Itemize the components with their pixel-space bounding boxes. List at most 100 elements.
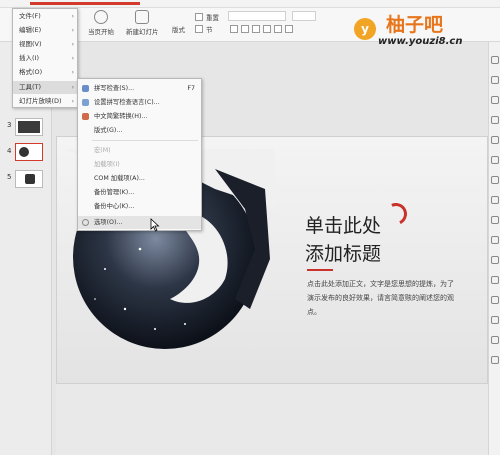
menu-item-label: 拼写检查(S)... bbox=[94, 85, 135, 92]
tool-icon-12[interactable] bbox=[491, 276, 499, 284]
reset-button[interactable]: 重置 bbox=[195, 12, 219, 22]
language-icon bbox=[82, 99, 89, 106]
logo-url: www.youzi8.cn bbox=[378, 36, 463, 47]
slide-thumbnail-4[interactable] bbox=[15, 143, 43, 161]
section-label: 节 bbox=[206, 26, 213, 34]
menu-item-label: 版式(G)... bbox=[94, 127, 123, 134]
gear-icon bbox=[82, 219, 89, 226]
slide-title-line1[interactable]: 单击此处 bbox=[305, 211, 381, 238]
tool-icon-5[interactable] bbox=[491, 136, 499, 144]
menu-item-slideshow[interactable]: 幻灯片放映(D) › bbox=[13, 95, 77, 108]
menu-item-label: 选项(O)... bbox=[94, 219, 123, 226]
menu-item-format[interactable]: 格式(O) › bbox=[13, 66, 77, 79]
chevron-right-icon: › bbox=[71, 27, 74, 34]
slide-title-line2[interactable]: 添加标题 bbox=[305, 239, 381, 266]
title-arc-decoration bbox=[381, 199, 411, 229]
play-current-button[interactable]: 当页开始 bbox=[88, 10, 114, 36]
format-buttons bbox=[230, 25, 293, 33]
thumb-number: 3 bbox=[7, 121, 12, 129]
menu-item-label: 工具(T) bbox=[19, 83, 42, 91]
bold-icon[interactable] bbox=[230, 25, 238, 33]
superscript-icon[interactable] bbox=[274, 25, 282, 33]
mouse-pointer-icon bbox=[150, 218, 160, 232]
reset-icon bbox=[195, 13, 203, 21]
chevron-right-icon: › bbox=[71, 55, 74, 62]
section-icon bbox=[195, 25, 203, 33]
underline-icon[interactable] bbox=[252, 25, 260, 33]
font-name-field[interactable] bbox=[228, 11, 286, 21]
menu-item-spell-check[interactable]: 拼写检查(S)... F7 bbox=[78, 82, 201, 95]
menu-item-addins: 加载项(I) bbox=[78, 158, 201, 171]
menu-item-macro: 宏(M) bbox=[78, 144, 201, 157]
tool-icon-15[interactable] bbox=[491, 336, 499, 344]
layout-label: 版式 bbox=[172, 26, 185, 34]
strikethrough-icon[interactable] bbox=[263, 25, 271, 33]
new-slide-label: 新建幻灯片 bbox=[126, 28, 159, 36]
menu-item-edit[interactable]: 编辑(E) › bbox=[13, 24, 77, 37]
tool-icon-4[interactable] bbox=[491, 116, 499, 124]
chevron-right-icon: › bbox=[71, 98, 74, 105]
thumbnail-image bbox=[18, 121, 40, 133]
menu-item-file[interactable]: 文件(F) › bbox=[13, 10, 77, 23]
menu-item-label: 备份中心(K)... bbox=[94, 203, 135, 210]
new-slide-button[interactable]: 新建幻灯片 bbox=[126, 10, 159, 36]
slide-body-text[interactable]: 点击此处添加正文，文字是您思想的提炼，为了演示发布的良好效果，请言简意赅的阐述您… bbox=[307, 277, 457, 319]
tool-icon-9[interactable] bbox=[491, 216, 499, 224]
tool-icon-16[interactable] bbox=[491, 356, 499, 364]
tool-icon-7[interactable] bbox=[491, 176, 499, 184]
menu-item-label: 加载项(I) bbox=[94, 161, 120, 168]
tool-icon-3[interactable] bbox=[491, 96, 499, 104]
font-size-field[interactable] bbox=[292, 11, 316, 21]
menu-item-label: 视图(V) bbox=[19, 40, 42, 48]
menu-item-label: 插入(I) bbox=[19, 54, 39, 62]
logo-name: 柚子吧 bbox=[386, 14, 444, 36]
section-button[interactable]: 节 bbox=[195, 24, 213, 34]
menu-item-label: 编辑(E) bbox=[19, 26, 42, 34]
active-tab-indicator bbox=[30, 2, 140, 5]
title-underline bbox=[307, 269, 333, 271]
thumb-number: 5 bbox=[7, 173, 12, 181]
menu-item-layout[interactable]: 版式(G)... bbox=[78, 124, 201, 137]
tool-icon-6[interactable] bbox=[491, 156, 499, 164]
tool-icon-10[interactable] bbox=[491, 236, 499, 244]
tools-submenu: 拼写检查(S)... F7 设置拼写检查语言(C)... 中文简繁转换(H)..… bbox=[77, 78, 202, 231]
tool-icon-11[interactable] bbox=[491, 256, 499, 264]
layout-button[interactable]: 版式 bbox=[172, 24, 185, 34]
menu-item-options[interactable]: 选项(O)... bbox=[78, 216, 201, 229]
slide-thumbnail-5[interactable] bbox=[15, 170, 43, 188]
italic-icon[interactable] bbox=[241, 25, 249, 33]
play-icon bbox=[94, 10, 108, 24]
thumbnail-image bbox=[25, 174, 35, 184]
menu-item-label: 格式(O) bbox=[19, 68, 43, 76]
slide-thumbnail-3[interactable] bbox=[15, 118, 43, 136]
spell-check-icon bbox=[82, 85, 89, 92]
menu-item-chinese-conversion[interactable]: 中文简繁转换(H)... bbox=[78, 110, 201, 123]
chevron-right-icon: › bbox=[71, 84, 74, 91]
play-current-label: 当页开始 bbox=[88, 28, 114, 36]
tool-icon-1[interactable] bbox=[491, 56, 499, 64]
tool-icon-8[interactable] bbox=[491, 196, 499, 204]
conversion-icon bbox=[82, 113, 89, 120]
new-slide-icon bbox=[135, 10, 150, 24]
menu-item-com-addins[interactable]: COM 加载项(A)... bbox=[78, 172, 201, 185]
menu-item-view[interactable]: 视图(V) › bbox=[13, 38, 77, 51]
menu-item-tools[interactable]: 工具(T) › bbox=[13, 81, 77, 94]
tool-icon-2[interactable] bbox=[491, 76, 499, 84]
right-tool-strip bbox=[488, 42, 500, 455]
tool-icon-13[interactable] bbox=[491, 296, 499, 304]
tool-icon-14[interactable] bbox=[491, 316, 499, 324]
chevron-right-icon: › bbox=[71, 41, 74, 48]
menu-item-backup-manage[interactable]: 备份管理(K)... bbox=[78, 186, 201, 199]
menu-item-label: 文件(F) bbox=[19, 12, 41, 20]
logo-badge: y bbox=[354, 18, 376, 40]
menu-item-label: COM 加载项(A)... bbox=[94, 175, 145, 182]
menu-item-label: 备份管理(K)... bbox=[94, 189, 135, 196]
menu-item-spell-language[interactable]: 设置拼写检查语言(C)... bbox=[78, 96, 201, 109]
menu-item-insert[interactable]: 插入(I) › bbox=[13, 52, 77, 65]
font-color-icon[interactable] bbox=[285, 25, 293, 33]
menu-item-backup-center[interactable]: 备份中心(K)... bbox=[78, 200, 201, 213]
menu-item-label: 设置拼写检查语言(C)... bbox=[94, 99, 160, 106]
main-menu: 文件(F) › 编辑(E) › 视图(V) › 插入(I) › 格式(O) › 工具(T)… bbox=[12, 8, 78, 108]
chevron-right-icon: › bbox=[71, 13, 74, 20]
watermark-logo: y 柚子吧 www.youzi8.cn bbox=[352, 6, 492, 50]
